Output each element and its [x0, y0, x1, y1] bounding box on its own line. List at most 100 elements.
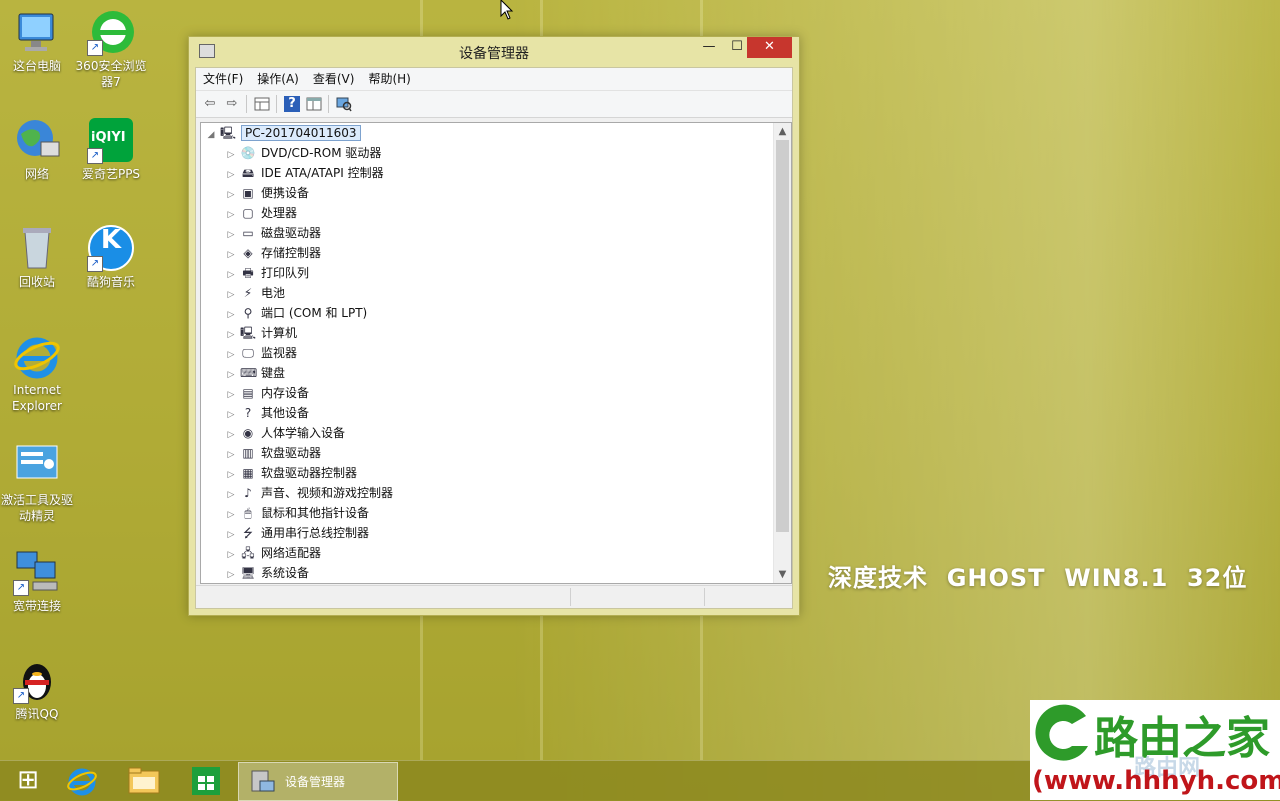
- properties-grid-icon[interactable]: [254, 96, 270, 112]
- expand-triangle-icon[interactable]: ▷: [225, 185, 237, 205]
- device-category-row[interactable]: ▷ ▦ 软盘驱动器控制器: [225, 463, 357, 483]
- expand-triangle-icon[interactable]: ▷: [225, 225, 237, 245]
- expand-triangle-icon[interactable]: ▷: [225, 565, 237, 583]
- device-category-row[interactable]: ▷ ♪ 声音、视频和游戏控制器: [225, 483, 393, 503]
- expand-triangle-icon[interactable]: ▷: [225, 485, 237, 505]
- device-category-row[interactable]: ▷ ⌨ 键盘: [225, 363, 285, 383]
- expand-triangle-icon[interactable]: ▷: [225, 365, 237, 385]
- expand-triangle-icon[interactable]: ▷: [225, 285, 237, 305]
- device-category-row[interactable]: ▷ ⚡ 电池: [225, 283, 285, 303]
- device-category-icon: ⚡: [243, 285, 253, 300]
- device-tree[interactable]: ◢ 🖳 PC-201704011603 ▷ 💿 DVD/CD-ROM 驱动器 ▷ 🖴 IDE …: [200, 122, 792, 584]
- expand-triangle-icon[interactable]: ▷: [225, 245, 237, 265]
- desktop-icon-internet-explorer[interactable]: Internet Explorer: [0, 332, 74, 414]
- expand-triangle-icon[interactable]: ▷: [225, 325, 237, 345]
- taskbar-store-button[interactable]: [178, 761, 234, 801]
- desktop-icon-recycle-bin[interactable]: 回收站: [0, 224, 74, 290]
- device-category-label: 网络适配器: [261, 546, 322, 560]
- device-category-row[interactable]: ▷ 💿 DVD/CD-ROM 驱动器: [225, 143, 382, 165]
- expand-triangle-icon[interactable]: ▷: [225, 145, 237, 165]
- expand-triangle-icon[interactable]: ▷: [225, 345, 237, 365]
- device-category-icon: ▥: [242, 445, 254, 460]
- help-icon[interactable]: ?: [284, 96, 300, 112]
- device-category-icon: 🖶: [242, 265, 254, 280]
- scroll-up-icon[interactable]: ▲: [774, 123, 791, 140]
- expand-triangle-icon[interactable]: ▷: [225, 445, 237, 465]
- window-titlebar[interactable]: 设备管理器 — ☐ ✕: [189, 37, 799, 65]
- taskbar-ie-button[interactable]: [54, 761, 110, 801]
- desktop-icon-network[interactable]: 网络: [0, 116, 74, 182]
- menu-help[interactable]: 帮助(H): [361, 68, 417, 90]
- view-pane-icon[interactable]: [306, 96, 322, 112]
- desktop-icon-kugou[interactable]: K ↗ 酷狗音乐: [74, 224, 148, 290]
- expand-triangle-icon[interactable]: ▷: [225, 405, 237, 425]
- device-category-row[interactable]: ▷ 🖱 鼠标和其他指针设备: [225, 503, 369, 523]
- device-category-row[interactable]: ▷ ◈ 存储控制器: [225, 243, 321, 263]
- device-category-icon: ⌨: [240, 365, 258, 380]
- device-category-icon: ◉: [242, 425, 254, 440]
- desktop-icon-360-browser[interactable]: ↗ 360安全浏览器7: [74, 8, 148, 90]
- device-category-row[interactable]: ▷ 🖶 打印队列: [225, 263, 309, 283]
- desktop-icon-qq[interactable]: ↗ 腾讯QQ: [0, 656, 74, 722]
- device-category-icon: 🖱: [244, 505, 252, 520]
- taskbar-explorer-button[interactable]: [116, 761, 172, 801]
- device-category-row[interactable]: ▷ ▢ 处理器: [225, 203, 297, 223]
- internet-explorer-icon: [13, 332, 61, 380]
- device-category-row[interactable]: ▷? 其他设备: [225, 403, 309, 423]
- back-arrow-icon[interactable]: ⇦: [202, 96, 218, 112]
- device-category-row[interactable]: ▷ ◉ 人体学输入设备: [225, 423, 345, 443]
- desktop-icon-this-pc[interactable]: 这台电脑: [0, 8, 74, 74]
- menu-view[interactable]: 查看(V): [306, 68, 362, 90]
- windows-store-icon: [192, 767, 220, 795]
- device-category-icon: 🖥: [240, 565, 256, 580]
- device-category-icon: ⭍: [243, 525, 253, 540]
- close-button[interactable]: ✕: [747, 37, 792, 58]
- vertical-scrollbar[interactable]: ▲ ▼: [773, 123, 791, 583]
- tree-root-node[interactable]: ◢ 🖳 PC-201704011603: [205, 123, 361, 143]
- desktop-icon-broadband[interactable]: ↗ 宽带连接: [0, 548, 74, 614]
- desktop-icon-iqiyi[interactable]: iQIYI ↗ 爱奇艺PPS: [74, 116, 148, 182]
- device-category-row[interactable]: ▷ ▤ 内存设备: [225, 383, 309, 403]
- expand-triangle-icon[interactable]: ▷: [225, 265, 237, 285]
- device-category-icon: ◈: [243, 245, 253, 260]
- collapse-triangle-icon[interactable]: ◢: [205, 125, 217, 145]
- window-client-area: 文件(F) 操作(A) 查看(V) 帮助(H) ⇦ ⇨ ? ◢ 🖳 PC-20170401…: [195, 67, 793, 609]
- device-category-row[interactable]: ▷ ⚲ 端口 (COM 和 LPT): [225, 303, 368, 325]
- expand-triangle-icon[interactable]: ▷: [225, 425, 237, 445]
- internet-explorer-icon: [67, 768, 97, 796]
- device-category-row[interactable]: ▷ 🖴 IDE ATA/ATAPI 控制器: [225, 163, 384, 183]
- toolbar-separator: [328, 95, 329, 113]
- desktop-icon-activator[interactable]: 激活工具及驱动精灵: [0, 442, 74, 524]
- device-manager-window[interactable]: 设备管理器 — ☐ ✕ 文件(F) 操作(A) 查看(V) 帮助(H) ⇦ ⇨ ? ◢…: [188, 36, 800, 616]
- desktop-icon-label: 酷狗音乐: [86, 275, 135, 289]
- scroll-down-icon[interactable]: ▼: [774, 566, 791, 583]
- expand-triangle-icon[interactable]: ▷: [225, 165, 237, 185]
- expand-triangle-icon[interactable]: ▷: [225, 385, 237, 405]
- desktop-icon-label: 这台电脑: [12, 59, 61, 73]
- taskbar-device-manager-button[interactable]: 设备管理器: [238, 762, 398, 801]
- device-category-row[interactable]: ▷ 🖧 网络适配器: [225, 543, 321, 563]
- expand-triangle-icon[interactable]: ▷: [225, 205, 237, 225]
- brand-watermark: 路由之家 路由网 (www.hhhyh.com): [1030, 700, 1280, 800]
- expand-triangle-icon[interactable]: ▷: [225, 465, 237, 485]
- device-category-row[interactable]: ▷ 🖵 监视器: [225, 343, 297, 363]
- expand-triangle-icon[interactable]: ▷: [225, 525, 237, 545]
- device-category-row[interactable]: ▷ ▣ 便携设备: [225, 183, 309, 203]
- scrollbar-thumb[interactable]: [776, 140, 789, 532]
- start-button[interactable]: ⊞: [0, 761, 56, 801]
- expand-triangle-icon[interactable]: ▷: [225, 505, 237, 525]
- minimize-button[interactable]: —: [695, 37, 723, 58]
- device-category-row[interactable]: ▷ ▭ 磁盘驱动器: [225, 223, 321, 243]
- device-category-row[interactable]: ▷ ⭍ 通用串行总线控制器: [225, 523, 369, 543]
- desktop-icon-label: 腾讯QQ: [15, 707, 59, 721]
- device-category-row[interactable]: ▷ 🖳 计算机: [225, 323, 297, 343]
- device-category-row[interactable]: ▷ 🖥 系统设备: [225, 563, 309, 583]
- device-category-label: 系统设备: [261, 566, 310, 580]
- device-category-row[interactable]: ▷ ▥ 软盘驱动器: [225, 443, 321, 463]
- menu-file[interactable]: 文件(F): [196, 68, 250, 90]
- expand-triangle-icon[interactable]: ▷: [225, 305, 237, 325]
- forward-arrow-icon[interactable]: ⇨: [224, 96, 240, 112]
- scan-hardware-icon[interactable]: [336, 96, 352, 112]
- menu-action[interactable]: 操作(A): [250, 68, 306, 90]
- expand-triangle-icon[interactable]: ▷: [225, 545, 237, 565]
